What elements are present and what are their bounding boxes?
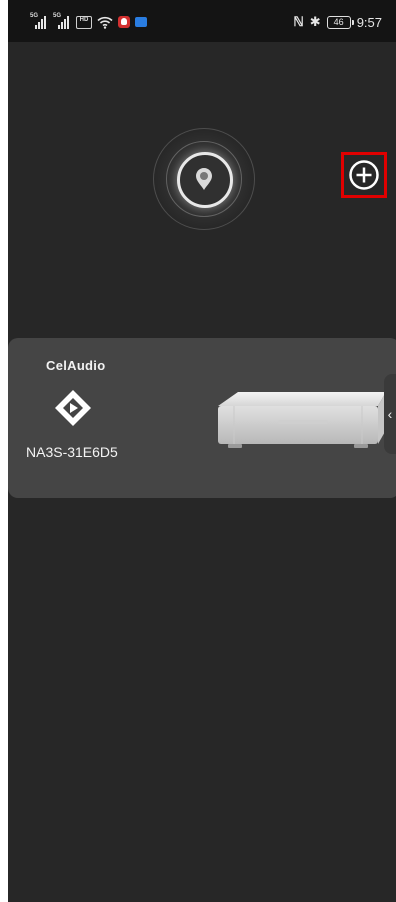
battery-level: 46 xyxy=(333,16,344,27)
plus-circle-icon xyxy=(349,160,379,190)
device-name: NA3S-31E6D5 xyxy=(26,444,118,460)
radar-search-icon xyxy=(153,128,255,230)
add-device-button[interactable] xyxy=(341,152,387,198)
blue-app-icon xyxy=(135,17,147,27)
hd-icon: HD xyxy=(76,15,92,29)
celaudio-logo-icon xyxy=(55,390,91,426)
brand-name: CelAudio xyxy=(46,358,106,373)
battery-icon: 46 xyxy=(326,15,354,29)
device-card[interactable]: CelAudio NA3S-31E6D5 ‹ xyxy=(8,338,396,498)
status-right-group: ℕ ✱ 46 9:57 xyxy=(293,13,382,31)
qq-app-icon xyxy=(118,16,130,28)
signal-5g-icon: 5G xyxy=(30,13,48,29)
chevron-left-icon[interactable]: ‹ xyxy=(384,374,396,454)
nfc-icon: ℕ xyxy=(293,14,304,29)
status-bar: 5G 5G HD ℕ ✱ 46 9:57 xyxy=(8,0,396,42)
radar-core-icon xyxy=(196,168,212,190)
clock-time: 9:57 xyxy=(356,14,382,30)
bluetooth-icon: ✱ xyxy=(309,14,321,29)
wifi-icon xyxy=(97,16,113,29)
app-screen: 5G 5G HD ℕ ✱ 46 9:57 CelAudio NA3S-31E6D… xyxy=(8,0,396,902)
status-left-group: 5G 5G HD xyxy=(30,13,147,30)
signal-5g-icon: 5G xyxy=(53,13,71,29)
network-streamer-device-image xyxy=(218,392,386,448)
hd-label: HD xyxy=(79,16,89,23)
